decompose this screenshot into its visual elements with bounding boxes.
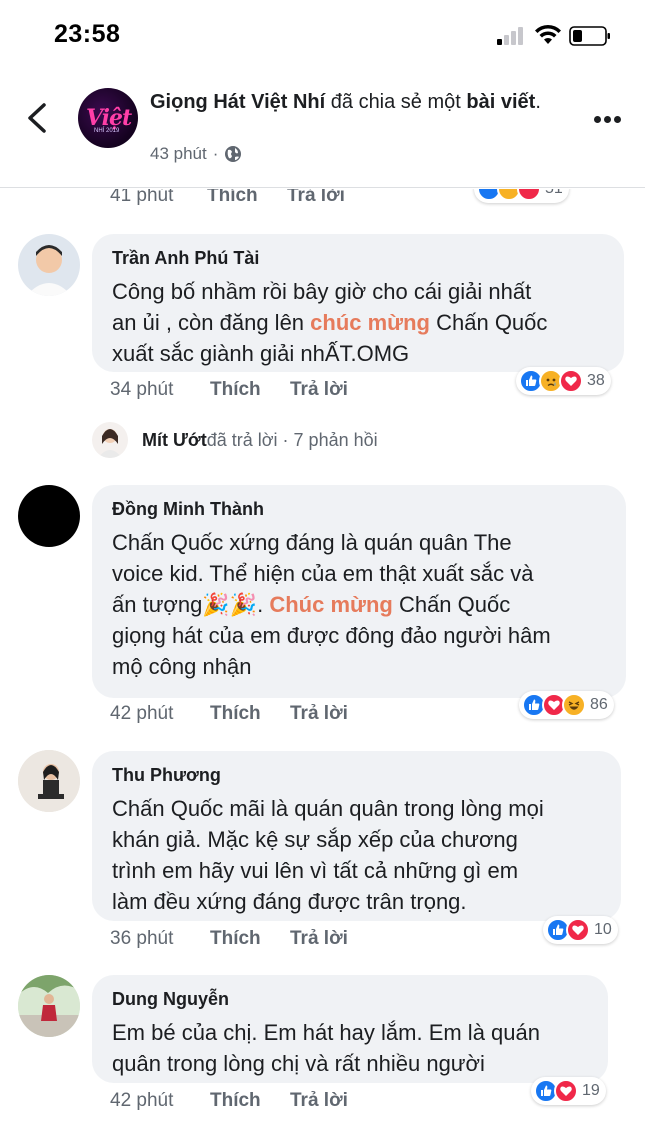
reply-author-name[interactable]: Mít Ướt	[142, 430, 207, 451]
reply-button[interactable]: Trả lời	[290, 928, 348, 950]
like-button[interactable]: Thích	[210, 928, 261, 950]
comment-actions-partial: 41 phút Thích Trả lời 51	[0, 189, 645, 217]
love-reaction-icon	[554, 1079, 578, 1103]
comment-text: Em bé của chị. Em hát hay lắm. Em là quá…	[112, 1017, 540, 1079]
reaction-count: 19	[582, 1082, 600, 1099]
reaction-summary[interactable]: 86	[519, 691, 614, 719]
reply-author-avatar	[92, 422, 128, 458]
like-button[interactable]: Thích	[207, 189, 258, 207]
love-reaction-icon	[517, 189, 541, 201]
comment-bubble: Đồng Minh Thành Chấn Quốc xứng đáng là q…	[92, 485, 626, 698]
globe-icon	[225, 146, 242, 162]
status-time: 23:58	[54, 20, 121, 48]
reply-button[interactable]: Trả lời	[290, 1090, 348, 1112]
highlighted-text[interactable]: Chúc mừng	[269, 592, 392, 617]
reply-button[interactable]: Trả lời	[290, 703, 348, 725]
replies-summary[interactable]: Mít Ướt đã trả lời · 7 phản hồi	[92, 420, 378, 460]
reaction-summary[interactable]: 19	[531, 1077, 606, 1105]
reaction-summary[interactable]: 51	[474, 189, 569, 203]
comment-author[interactable]: Dung Nguyễn	[112, 989, 229, 1010]
commenter-avatar[interactable]	[18, 750, 80, 812]
comment-bubble: Dung Nguyễn Em bé của chị. Em hát hay lắ…	[92, 975, 608, 1083]
like-button[interactable]: Thích	[210, 703, 261, 725]
haha-reaction-icon	[562, 693, 586, 717]
battery-icon	[569, 26, 610, 46]
commenter-avatar[interactable]	[18, 485, 80, 547]
share-action-text: đã chia sẻ một	[325, 91, 467, 113]
like-button[interactable]: Thích	[210, 1090, 261, 1112]
reply-button[interactable]: Trả lời	[290, 379, 348, 401]
comment-text: Chấn Quốc xứng đáng là quán quân The voi…	[112, 527, 551, 682]
page-logo-sub: NHÍ 2019	[94, 128, 120, 134]
reaction-count: 10	[594, 921, 612, 938]
comment-time[interactable]: 34 phút	[110, 379, 173, 401]
reaction-summary[interactable]: 38	[516, 367, 611, 395]
love-reaction-icon	[566, 918, 590, 942]
comment-bubble: Trần Anh Phú Tài Công bố nhầm rồi bây gi…	[92, 234, 624, 372]
reaction-count: 51	[545, 189, 563, 198]
page-avatar[interactable]: Việt NHÍ 2019	[78, 88, 138, 148]
reaction-count: 86	[590, 696, 608, 713]
comment-author[interactable]: Trần Anh Phú Tài	[112, 248, 259, 269]
status-bar: 23:58	[0, 0, 645, 70]
commenter-avatar[interactable]	[18, 975, 80, 1037]
page-name-link[interactable]: Giọng Hát Việt Nhí	[150, 91, 325, 113]
reaction-count: 38	[587, 372, 605, 389]
reply-count-text: đã trả lời · 7 phản hồi	[206, 429, 378, 450]
reply-button[interactable]: Trả lời	[287, 189, 345, 207]
comment-time[interactable]: 41 phút	[110, 189, 173, 207]
highlighted-text[interactable]: chúc mừng	[310, 310, 430, 335]
commenter-avatar[interactable]	[18, 234, 80, 296]
cellular-signal-icon	[497, 27, 527, 45]
reaction-summary[interactable]: 10	[543, 916, 618, 944]
comment-time[interactable]: 42 phút	[110, 703, 173, 725]
post-meta: 43 phút ·	[150, 144, 242, 164]
comment-text-segment: Chấn Quốc mãi là quán quân trong lòng mọ…	[112, 796, 544, 914]
comment-bubble: Thu Phương Chấn Quốc mãi là quán quân tr…	[92, 751, 621, 921]
post-time[interactable]: 43 phút	[150, 144, 207, 164]
comment-text: Công bố nhầm rồi bây giờ cho cái giải nh…	[112, 276, 547, 369]
comment-author[interactable]: Thu Phương	[112, 765, 221, 786]
post-link[interactable]: bài viết	[466, 91, 535, 113]
comment-text-segment: Em bé của chị. Em hát hay lắm. Em là quá…	[112, 1020, 540, 1076]
comment-time[interactable]: 42 phút	[110, 1090, 173, 1112]
like-button[interactable]: Thích	[210, 379, 261, 401]
more-options-icon[interactable]	[594, 116, 622, 124]
comment-text: Chấn Quốc mãi là quán quân trong lòng mọ…	[112, 793, 544, 917]
post-title: Giọng Hát Việt Nhí đã chia sẻ một bài vi…	[150, 91, 541, 113]
post-header: Việt NHÍ 2019 Giọng Hát Việt Nhí đã chia…	[0, 70, 645, 188]
love-reaction-icon	[559, 369, 583, 393]
wifi-icon	[535, 24, 561, 44]
comment-author[interactable]: Đồng Minh Thành	[112, 499, 264, 520]
comment-time[interactable]: 36 phút	[110, 928, 173, 950]
back-arrow-icon[interactable]	[22, 100, 52, 136]
